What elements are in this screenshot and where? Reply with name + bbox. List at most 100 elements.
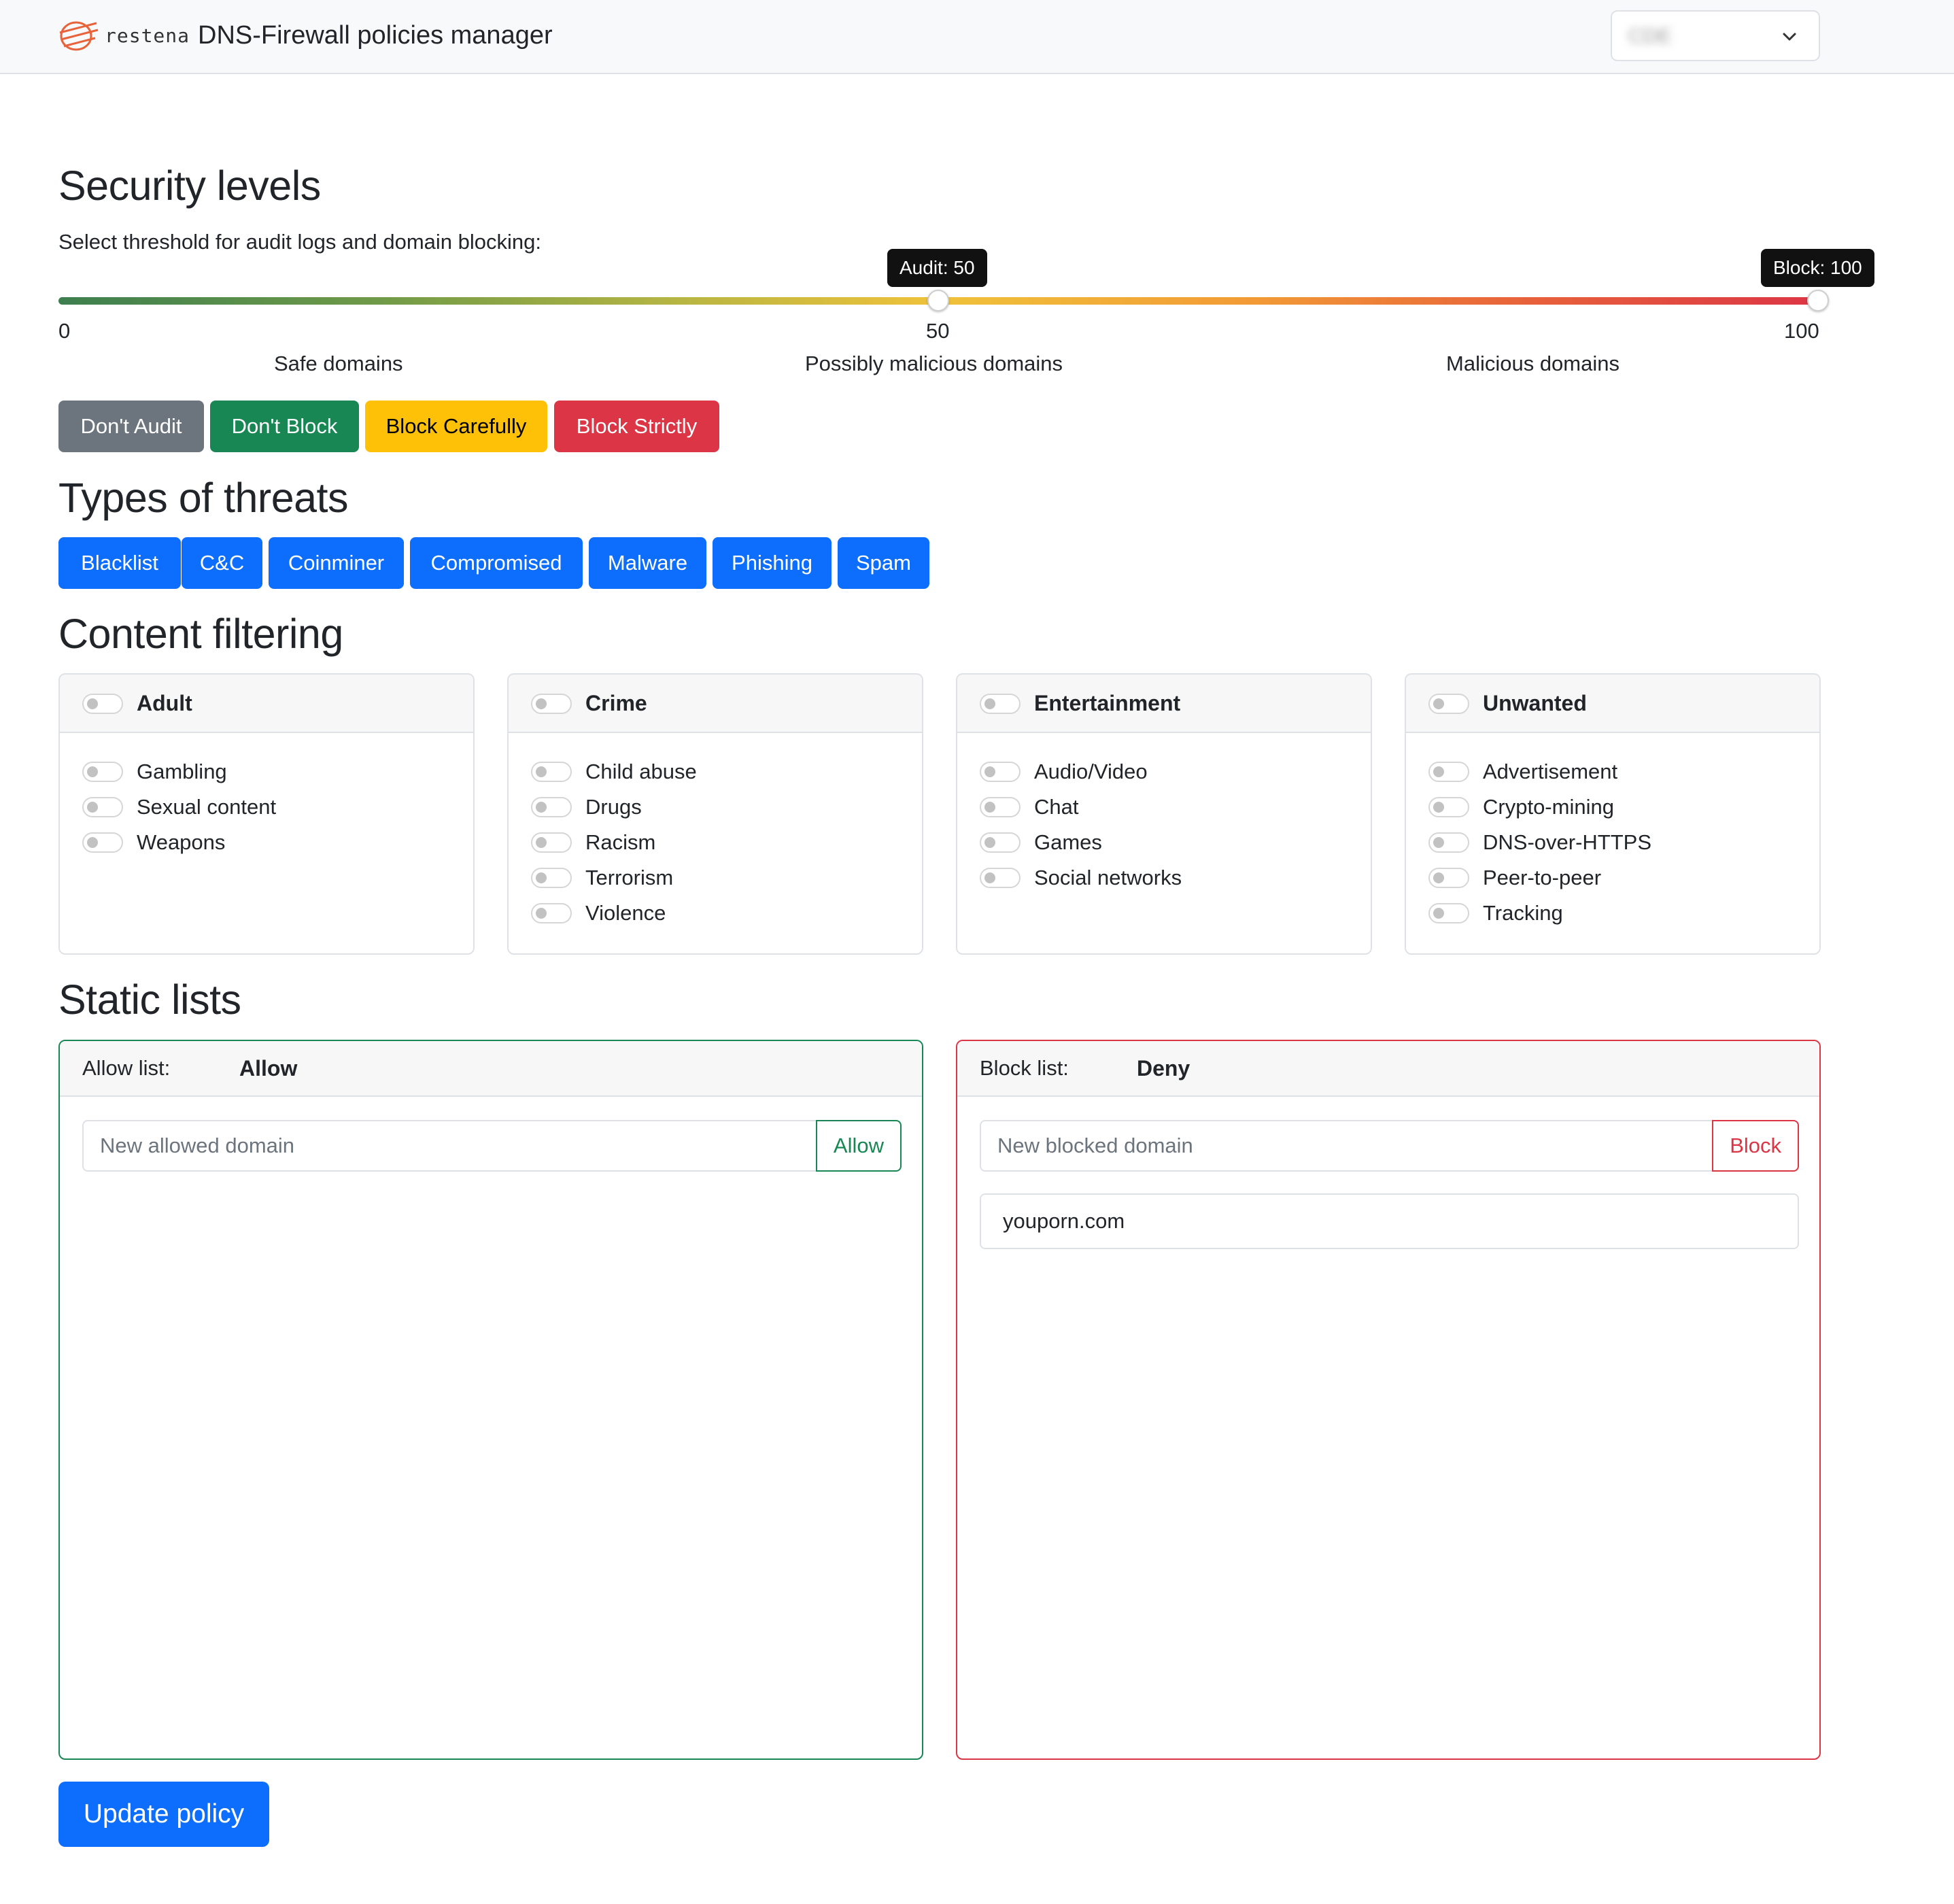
option-toggle-tracking[interactable] xyxy=(1428,903,1469,923)
audit-slider-handle[interactable] xyxy=(927,290,949,311)
block-tooltip: Block: 100 xyxy=(1761,249,1874,287)
content-filtering-heading: Content filtering xyxy=(58,611,343,657)
category-header-entertainment: Entertainment xyxy=(957,675,1371,733)
threat-types-heading: Types of threats xyxy=(58,475,349,521)
threat-button-phishing[interactable]: Phishing xyxy=(713,537,832,589)
option-label-gambling: Gambling xyxy=(137,760,227,783)
option-label-peer-to-peer: Peer-to-peer xyxy=(1483,866,1602,889)
audit-tooltip: Audit: 50 xyxy=(887,249,987,287)
slider-tick-50: 50 xyxy=(926,319,950,343)
category-header-unwanted: Unwanted xyxy=(1406,675,1819,733)
threat-button-blacklist[interactable]: Blacklist xyxy=(58,537,181,589)
block-list-name: Deny xyxy=(1137,1056,1190,1081)
block-list-card: Block list: Deny Block youporn.com xyxy=(956,1040,1821,1760)
blocked-domain-item[interactable]: youporn.com xyxy=(980,1193,1799,1249)
block-add-button[interactable]: Block xyxy=(1712,1120,1799,1172)
category-toggle-adult[interactable] xyxy=(82,694,123,714)
restena-logo-icon xyxy=(59,21,99,51)
security-levels-subtitle: Select threshold for audit logs and doma… xyxy=(58,230,541,254)
option-label-terrorism: Terrorism xyxy=(585,866,674,889)
dont-block-button[interactable]: Don't Block xyxy=(210,401,359,452)
block-list-caption: Block list: xyxy=(980,1056,1069,1080)
dont-audit-button[interactable]: Don't Audit xyxy=(58,401,204,452)
option-toggle-social-networks[interactable] xyxy=(980,868,1021,888)
option-toggle-sexual-content[interactable] xyxy=(82,797,123,817)
category-title-entertainment: Entertainment xyxy=(1034,691,1181,715)
option-label-drugs: Drugs xyxy=(585,795,642,819)
allow-list-name: Allow xyxy=(239,1056,298,1081)
option-toggle-drugs[interactable] xyxy=(531,797,572,817)
option-toggle-racism[interactable] xyxy=(531,832,572,853)
option-toggle-terrorism[interactable] xyxy=(531,868,572,888)
brand[interactable]: restena DNS-Firewall policies manager xyxy=(57,18,553,53)
slider-tick-0: 0 xyxy=(58,319,71,343)
category-card-entertainment: Entertainment Audio/Video Chat Games Soc… xyxy=(956,673,1372,955)
block-list-header: Block list: Deny xyxy=(957,1041,1819,1097)
option-label-crypto-mining: Crypto-mining xyxy=(1483,795,1614,819)
brand-wordmark: restena xyxy=(105,24,190,47)
category-toggle-unwanted[interactable] xyxy=(1428,694,1469,714)
option-toggle-weapons[interactable] xyxy=(82,832,123,853)
allow-list-header: Allow list: Allow xyxy=(60,1041,922,1097)
option-toggle-advertisement[interactable] xyxy=(1428,762,1469,782)
block-carefully-button[interactable]: Block Carefully xyxy=(365,401,547,452)
option-label-dns-over-https: DNS-over-HTTPS xyxy=(1483,830,1652,854)
option-toggle-audio-video[interactable] xyxy=(980,762,1021,782)
threat-button-coinminer[interactable]: Coinminer xyxy=(269,537,404,589)
threat-button-malware[interactable]: Malware xyxy=(589,537,706,589)
block-strictly-button[interactable]: Block Strictly xyxy=(554,401,719,452)
category-toggle-entertainment[interactable] xyxy=(980,694,1021,714)
update-policy-button[interactable]: Update policy xyxy=(58,1782,269,1847)
category-card-adult: Adult Gambling Sexual content Weapons xyxy=(58,673,475,955)
category-title-adult: Adult xyxy=(137,691,192,715)
option-label-racism: Racism xyxy=(585,830,656,854)
option-toggle-gambling[interactable] xyxy=(82,762,123,782)
option-label-sexual-content: Sexual content xyxy=(137,795,277,819)
app-title: DNS-Firewall policies manager xyxy=(198,20,553,50)
chevron-down-icon xyxy=(1783,33,1796,41)
threat-button-compromised[interactable]: Compromised xyxy=(410,537,583,589)
block-slider-handle[interactable] xyxy=(1807,290,1829,311)
category-card-unwanted: Unwanted Advertisement Crypto-mining DNS… xyxy=(1405,673,1821,955)
option-toggle-chat[interactable] xyxy=(980,797,1021,817)
option-label-child-abuse: Child abuse xyxy=(585,760,697,783)
option-label-audio-video: Audio/Video xyxy=(1034,760,1148,783)
category-card-crime: Crime Child abuse Drugs Racism Terrorism… xyxy=(507,673,923,955)
option-label-games: Games xyxy=(1034,830,1102,854)
option-label-tracking: Tracking xyxy=(1483,901,1563,925)
navbar: restena DNS-Firewall policies manager CD… xyxy=(0,0,1954,74)
allow-add-button[interactable]: Allow xyxy=(815,1120,902,1172)
tenant-select-value: CDE xyxy=(1628,25,1672,48)
range-label-malicious: Malicious domains xyxy=(1446,352,1619,375)
threat-button-cnc[interactable]: C&C xyxy=(182,537,262,589)
category-header-adult: Adult xyxy=(60,675,473,733)
static-lists-heading: Static lists xyxy=(58,976,241,1023)
category-title-crime: Crime xyxy=(585,691,647,715)
option-label-weapons: Weapons xyxy=(137,830,226,854)
option-label-chat: Chat xyxy=(1034,795,1079,819)
allow-list-caption: Allow list: xyxy=(82,1056,171,1080)
option-toggle-crypto-mining[interactable] xyxy=(1428,797,1469,817)
category-title-unwanted: Unwanted xyxy=(1483,691,1587,715)
threat-button-spam[interactable]: Spam xyxy=(838,537,929,589)
category-header-crime: Crime xyxy=(509,675,922,733)
range-label-possibly-malicious: Possibly malicious domains xyxy=(805,352,1063,375)
category-toggle-crime[interactable] xyxy=(531,694,572,714)
new-allowed-domain-input[interactable] xyxy=(82,1120,816,1172)
option-label-advertisement: Advertisement xyxy=(1483,760,1618,783)
new-blocked-domain-input[interactable] xyxy=(980,1120,1713,1172)
allow-list-card: Allow list: Allow Allow xyxy=(58,1040,923,1760)
option-label-violence: Violence xyxy=(585,901,666,925)
block-input-group: Block xyxy=(980,1120,1799,1172)
option-toggle-child-abuse[interactable] xyxy=(531,762,572,782)
option-toggle-dns-over-https[interactable] xyxy=(1428,832,1469,853)
allow-input-group: Allow xyxy=(82,1120,902,1172)
slider-tick-100: 100 xyxy=(1784,319,1819,343)
tenant-select[interactable]: CDE xyxy=(1611,10,1820,61)
option-toggle-peer-to-peer[interactable] xyxy=(1428,868,1469,888)
option-toggle-violence[interactable] xyxy=(531,903,572,923)
security-levels-heading: Security levels xyxy=(58,163,321,209)
range-label-safe: Safe domains xyxy=(274,352,403,375)
option-label-social-networks: Social networks xyxy=(1034,866,1182,889)
option-toggle-games[interactable] xyxy=(980,832,1021,853)
